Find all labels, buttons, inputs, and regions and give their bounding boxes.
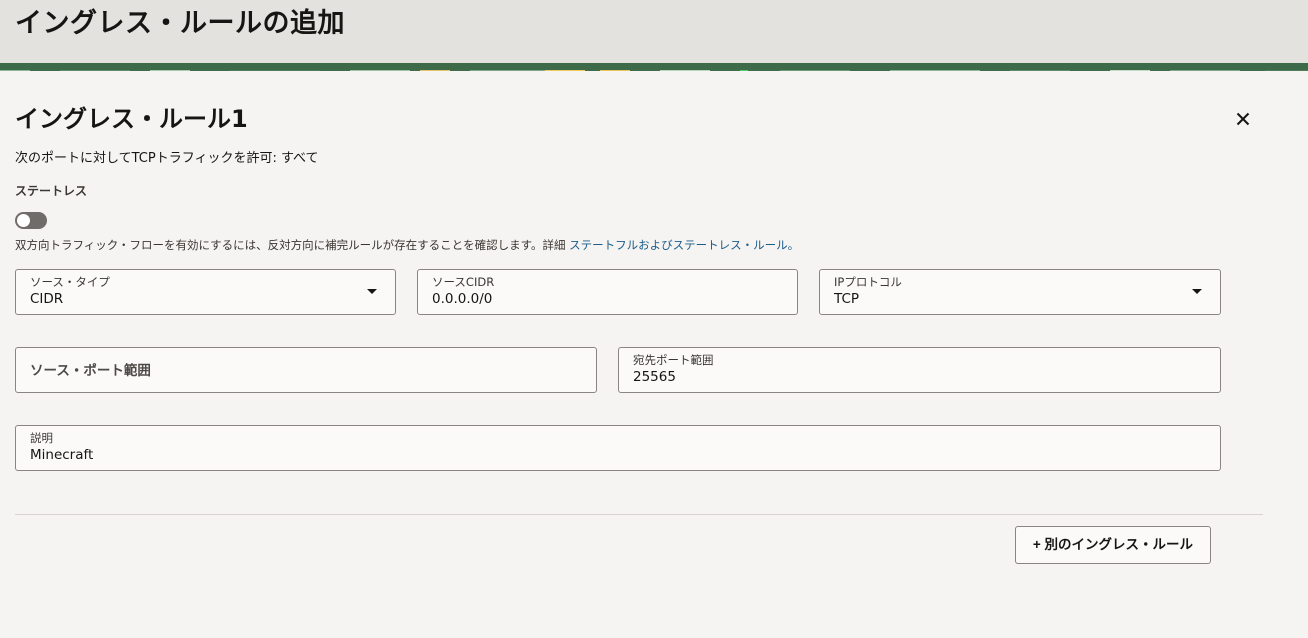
- toggle-knob: [17, 214, 30, 227]
- description-input[interactable]: 説明 Minecraft: [15, 425, 1221, 471]
- source-port-range-placeholder: ソース・ポート範囲: [30, 363, 151, 379]
- description-label: 説明: [30, 431, 53, 445]
- stateless-toggle[interactable]: [15, 212, 47, 229]
- ip-protocol-label: IPプロトコル: [834, 275, 902, 289]
- source-type-label: ソース・タイプ: [30, 275, 110, 289]
- source-port-range-input[interactable]: ソース・ポート範囲: [15, 347, 597, 393]
- source-type-value: CIDR: [30, 291, 64, 307]
- close-button[interactable]: [1230, 106, 1256, 132]
- description-value: Minecraft: [30, 447, 94, 463]
- source-cidr-label: ソースCIDR: [432, 275, 495, 289]
- source-cidr-value: 0.0.0.0/0: [432, 291, 493, 307]
- help-text: 双方向トラフィック・フローを有効にするには、反対方向に補完ルールが存在することを…: [15, 237, 799, 253]
- close-icon: [1236, 112, 1250, 126]
- ip-protocol-select[interactable]: IPプロトコル TCP: [819, 269, 1221, 315]
- decorative-banner: [0, 63, 1308, 71]
- dest-port-range-input[interactable]: 宛先ポート範囲 25565: [618, 347, 1221, 393]
- add-ingress-rule-button[interactable]: + 別のイングレス・ルール: [1015, 526, 1211, 564]
- page-title: イングレス・ルールの追加: [15, 8, 345, 39]
- source-type-select[interactable]: ソース・タイプ CIDR: [15, 269, 396, 315]
- stateful-stateless-link[interactable]: ステートフルおよびステートレス・ルール。: [569, 238, 799, 252]
- source-cidr-input[interactable]: ソースCIDR 0.0.0.0/0: [417, 269, 798, 315]
- chevron-down-icon: [367, 289, 377, 294]
- rule-title: イングレス・ルール1: [15, 105, 248, 133]
- help-text-body: 双方向トラフィック・フローを有効にするには、反対方向に補完ルールが存在することを…: [15, 238, 566, 252]
- dest-port-range-value: 25565: [633, 369, 676, 385]
- rule-summary: 次のポートに対してTCPトラフィックを許可: すべて: [15, 151, 319, 166]
- section-divider: [15, 514, 1263, 515]
- dest-port-range-label: 宛先ポート範囲: [633, 353, 714, 367]
- page-header: イングレス・ルールの追加: [0, 0, 1308, 63]
- ip-protocol-value: TCP: [834, 291, 860, 307]
- stateless-label: ステートレス: [15, 184, 88, 198]
- banner-pattern: [0, 70, 1308, 71]
- chevron-down-icon: [1192, 289, 1202, 294]
